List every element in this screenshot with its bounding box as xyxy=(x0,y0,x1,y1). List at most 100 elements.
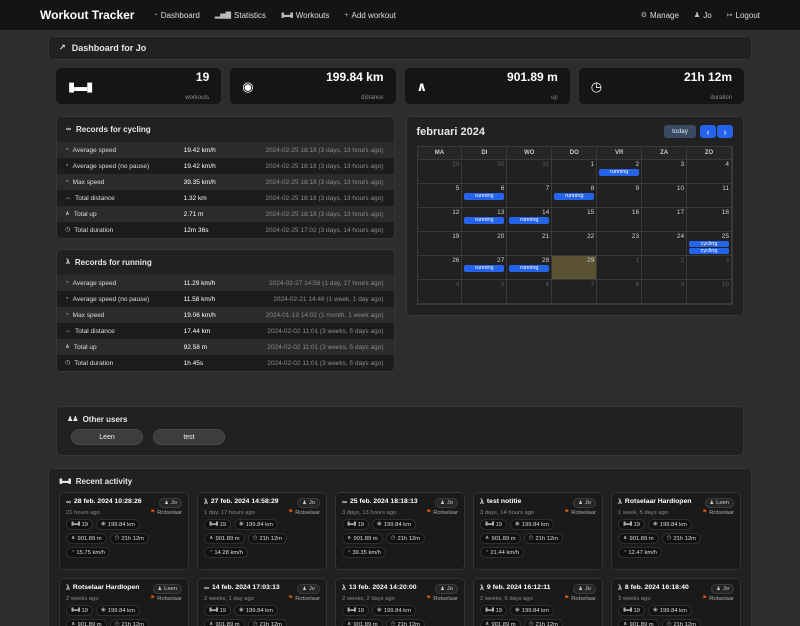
calendar-prev-button[interactable]: ‹ xyxy=(700,125,716,138)
other-user-button[interactable]: Leen xyxy=(71,429,143,445)
other-users-header: Other users xyxy=(67,415,733,424)
nav-label: Jo xyxy=(703,10,712,20)
activity-user-name: Jo xyxy=(308,586,315,592)
record-date: 2024-01-19 14:02 (1 month, 1 week ago) xyxy=(265,311,384,319)
calendar-event[interactable]: running xyxy=(464,193,505,200)
run-icon xyxy=(66,259,70,266)
nav-item-statistics[interactable]: Statistics xyxy=(215,11,266,20)
activity-card[interactable]: 25 feb. 2024 18:18:13 Jo 3 days, 13 hour… xyxy=(335,492,465,570)
activity-user-badge[interactable]: Jo xyxy=(573,584,596,594)
record-icon xyxy=(65,280,69,286)
activity-card[interactable]: 9 feb. 2024 16:12:11 Jo 2 weeks, 6 days … xyxy=(473,578,603,626)
stat-icon xyxy=(515,608,520,614)
record-row: Max speed 39.35 km/h 2024-02-25 18:18 (3… xyxy=(57,174,394,190)
calendar-day-cell: 11 xyxy=(687,184,732,208)
activity-user-badge[interactable]: Leen xyxy=(704,498,734,508)
activity-card[interactable]: 8 feb. 2024 16:18:40 Jo 3 weeks ago Rots… xyxy=(611,578,741,626)
other-user-button[interactable]: test xyxy=(153,429,225,445)
activity-ago: 3 days, 13 hours ago xyxy=(342,510,397,516)
activity-user-badge[interactable]: Jo xyxy=(297,584,320,594)
nav-item-workouts[interactable]: Workouts xyxy=(281,11,330,20)
record-date: 2024-02-25 18:18 (3 days, 13 hours ago) xyxy=(265,194,384,202)
logout-icon xyxy=(727,12,733,19)
activity-user-badge[interactable]: Jo xyxy=(435,498,458,508)
nav-item-dashboard[interactable]: Dashboard xyxy=(153,11,200,20)
nav-item-add-workout[interactable]: Add workout xyxy=(344,11,395,20)
calendar-event[interactable]: running xyxy=(599,169,640,176)
calendar-event[interactable]: running xyxy=(509,265,550,272)
stat-value: 19 xyxy=(633,607,641,614)
calendar-day-cell: 14 running xyxy=(507,208,553,232)
activity-card[interactable]: 14 feb. 2024 17:03:13 Jo 2 weeks, 1 day … xyxy=(197,578,327,626)
nav-item-logout[interactable]: Logout xyxy=(727,11,760,20)
stat-icon xyxy=(101,608,106,614)
day-number: 18 xyxy=(721,209,729,216)
nav-item-manage[interactable]: Manage xyxy=(641,11,679,20)
record-label: Average speed xyxy=(72,279,117,287)
stat-icon xyxy=(253,622,258,626)
activity-user-name: Jo xyxy=(170,500,177,506)
activity-user-badge[interactable]: Jo xyxy=(159,498,182,508)
activity-card[interactable]: 28 feb. 2024 10:28:26 Jo 21 hours ago Ro… xyxy=(59,492,189,570)
activity-stat-pill: 199.84 km xyxy=(510,519,554,530)
record-icon xyxy=(65,195,71,201)
stat-icon xyxy=(529,622,534,626)
stat-value: 19 xyxy=(357,607,365,614)
person-icon xyxy=(164,501,168,506)
stat-icon xyxy=(485,622,489,626)
activity-user-badge[interactable]: Jo xyxy=(435,584,458,594)
stat-icon xyxy=(623,550,626,556)
activity-user-badge[interactable]: Jo xyxy=(297,498,320,508)
stat-icon xyxy=(515,522,520,528)
activity-card[interactable]: 27 feb. 2024 14:58:29 Jo 1 day, 17 hours… xyxy=(197,492,327,570)
activity-user-badge[interactable]: Leen xyxy=(152,584,182,594)
record-date: 2024-02-25 17:02 (3 days, 14 hours ago) xyxy=(265,226,384,234)
calendar-today-button[interactable]: today xyxy=(664,125,696,138)
calendar-event[interactable]: cycling xyxy=(689,248,729,254)
stat-value: 19 xyxy=(81,607,89,614)
day-number: 15 xyxy=(586,209,595,216)
person-icon xyxy=(716,587,720,592)
activity-user-badge[interactable]: Jo xyxy=(573,498,596,508)
calendar-day-cell: 9 xyxy=(597,184,643,208)
record-value: 92.58 m xyxy=(183,343,208,351)
stat-value: 199.84 km xyxy=(107,521,135,528)
record-label: Max speed xyxy=(72,311,105,319)
calendar-event[interactable]: running xyxy=(509,217,550,224)
activity-user-name: Leen xyxy=(164,586,177,592)
calendar-event[interactable]: running xyxy=(464,265,505,272)
activity-user-badge[interactable]: Jo xyxy=(711,584,734,594)
flag-icon xyxy=(150,596,155,602)
stat-icon xyxy=(485,522,494,528)
calendar-day-cell: 17 xyxy=(642,208,688,232)
stat-value: 901.89 m xyxy=(629,535,654,542)
stat-icon xyxy=(209,536,213,542)
activity-location: Rotselaar xyxy=(426,510,458,516)
day-number: 2 xyxy=(635,161,640,168)
calendar-event[interactable]: cycling xyxy=(689,241,729,247)
stat-icon xyxy=(209,622,213,626)
activity-title: 14 feb. 2024 17:03:13 xyxy=(212,584,280,591)
clock-icon xyxy=(591,80,602,93)
calendar-day-header: WO xyxy=(507,147,553,160)
stat-icon xyxy=(347,536,351,542)
flag-icon xyxy=(288,510,293,516)
calendar-event[interactable]: running xyxy=(464,217,505,224)
card-title: Records for running xyxy=(74,258,152,267)
calendar-next-button[interactable]: › xyxy=(717,125,733,138)
records-running-table: Average speed 11.29 km/h 2024-02-27 14:5… xyxy=(57,275,394,371)
stat-icon xyxy=(485,536,489,542)
day-number: 1 xyxy=(590,161,595,168)
day-number: 21 xyxy=(542,233,550,240)
activity-card[interactable]: test notitie Jo 3 days, 14 hours ago Rot… xyxy=(473,492,603,570)
activity-card[interactable]: Rotselaar Hardlopen Leen 2 weeks ago Rot… xyxy=(59,578,189,626)
activity-card[interactable]: 13 feb. 2024 14:20:00 Jo 2 weeks, 2 days… xyxy=(335,578,465,626)
day-number: 24 xyxy=(676,233,685,240)
activity-user-name: Jo xyxy=(446,500,453,506)
nav-item-user[interactable]: Jo xyxy=(694,10,712,20)
activity-card[interactable]: Rotselaar Hardlopen Leen 1 week, 5 days … xyxy=(611,492,741,570)
gauge-icon xyxy=(153,12,157,19)
calendar-event[interactable]: running xyxy=(554,193,595,200)
activity-location-name: Rotselaar xyxy=(295,510,320,516)
record-icon xyxy=(65,312,69,318)
